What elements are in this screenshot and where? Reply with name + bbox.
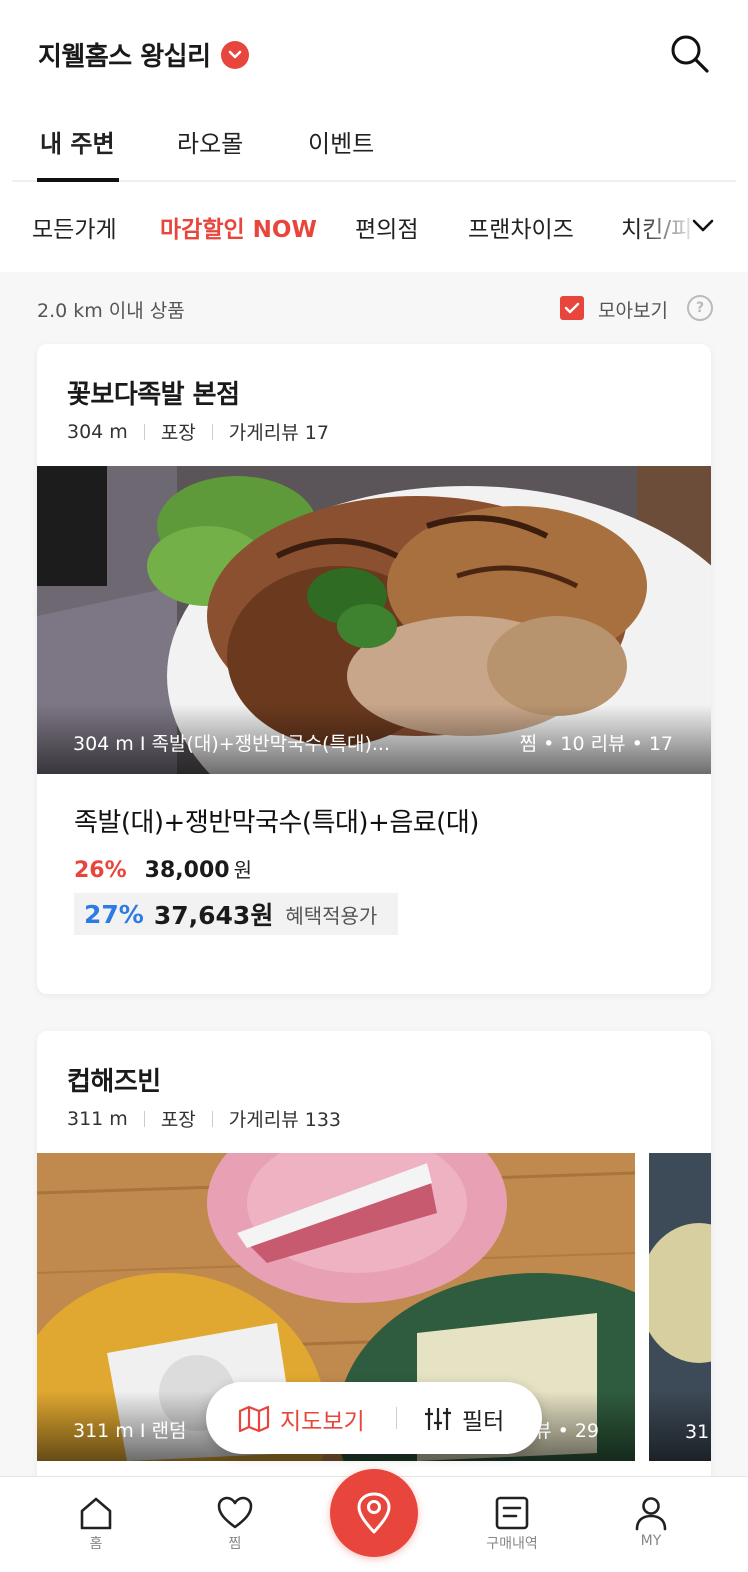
location-title: 지웰홈스 왕십리	[38, 42, 211, 72]
store-review: 가게리뷰 133	[228, 1109, 342, 1131]
divider	[211, 1110, 213, 1127]
gather-label[interactable]: 모아보기	[598, 296, 668, 323]
filter-button[interactable]: 필터	[424, 1402, 504, 1436]
location-pin-icon	[357, 1492, 391, 1534]
discount-rate: 26%	[74, 858, 127, 883]
gather-checkbox[interactable]	[560, 296, 584, 320]
next-product-photo[interactable]: 31	[649, 1153, 711, 1461]
bottom-navigation: 홈 찜 구매내역 MY	[0, 1469, 748, 1572]
store-card[interactable]: 꽃보다족발 본점 304 m 포장 가게리뷰 17 304 m I 족발(대)+…	[37, 344, 711, 994]
benefit-discount-rate: 27%	[84, 899, 144, 929]
store-type: 포장	[160, 422, 196, 444]
nav-orders-label: 구매내역	[486, 1536, 538, 1552]
chevron-down-icon	[220, 40, 249, 69]
tab-nearby[interactable]: 내 주변	[40, 124, 115, 159]
store-review: 가게리뷰 17	[228, 422, 329, 444]
tab-laomall[interactable]: 라오몰	[177, 124, 243, 159]
store-name: 컵해즈빈	[67, 1067, 161, 1097]
store-meta: 311 m 포장 가게리뷰 133	[67, 1105, 341, 1132]
search-icon[interactable]	[670, 34, 710, 74]
nav-favorite-label: 찜	[228, 1536, 242, 1552]
nav-orders[interactable]: 구매내역	[467, 1495, 557, 1553]
category-convenience[interactable]: 편의점	[355, 210, 418, 244]
help-icon[interactable]: ?	[687, 295, 713, 321]
category-bar: 모든가게 마감할인 NOW 편의점 프랜차이즈 치킨/피	[0, 182, 748, 272]
currency-unit: 원	[233, 858, 252, 882]
map-view-label: 지도보기	[280, 1409, 365, 1435]
divider	[396, 1407, 397, 1429]
nav-location-button[interactable]	[330, 1469, 418, 1557]
benefit-price: 37,643원	[153, 901, 274, 930]
top-header: 지웰홈스 왕십리 내 주변 라오몰 이벤트	[0, 0, 748, 182]
chevron-down-icon[interactable]	[690, 212, 716, 238]
nav-my[interactable]: MY	[606, 1495, 696, 1549]
photo-caption-right: 찜 • 10 리뷰 • 17	[519, 733, 673, 755]
map-icon	[238, 1405, 270, 1433]
home-icon	[80, 1497, 112, 1530]
receipt-icon	[495, 1496, 529, 1530]
photo-caption-left: 311 m I 랜덤	[73, 1420, 187, 1442]
nav-my-label: MY	[640, 1533, 662, 1549]
product-name: 족발(대)+쟁반막국수(특대)+음료(대)	[74, 808, 479, 838]
photo-caption-left: 304 m I 족발(대)+쟁반막국수(특대)...	[73, 733, 390, 755]
location-selector[interactable]: 지웰홈스 왕십리	[38, 36, 249, 73]
main-tabs: 내 주변 라오몰 이벤트	[12, 118, 736, 182]
divider	[211, 423, 213, 440]
filter-row: 2.0 km 이내 상품 모아보기 ?	[0, 272, 748, 342]
heart-icon	[217, 1496, 253, 1529]
next-photo-caption: 31	[685, 1421, 710, 1443]
nav-favorite[interactable]: 찜	[190, 1495, 280, 1553]
photo-caption-right: 뷰 • 29	[534, 1420, 599, 1442]
product-photo[interactable]: 304 m I 족발(대)+쟁반막국수(특대)... 찜 • 10 리뷰 • 1…	[37, 466, 711, 774]
tab-event[interactable]: 이벤트	[308, 124, 374, 159]
divider	[143, 423, 145, 440]
range-label: 2.0 km 이내 상품	[37, 300, 185, 322]
store-meta: 304 m 포장 가게리뷰 17	[67, 418, 329, 445]
store-distance: 304 m	[67, 420, 128, 443]
store-type: 포장	[160, 1109, 196, 1131]
price-row: 26% 38,000 원	[74, 854, 252, 883]
map-view-button[interactable]: 지도보기	[238, 1402, 365, 1436]
category-franchise[interactable]: 프랜차이즈	[468, 210, 574, 244]
nav-home-label: 홈	[89, 1536, 103, 1552]
floating-action-bar: 지도보기 필터	[206, 1382, 542, 1454]
filter-label: 필터	[462, 1409, 505, 1435]
category-all[interactable]: 모든가게	[32, 210, 117, 244]
benefit-price-box: 27% 37,643원 혜택적용가	[74, 893, 398, 935]
divider	[143, 1110, 145, 1127]
benefit-label: 혜택적용가	[285, 903, 378, 928]
store-distance: 311 m	[67, 1107, 128, 1130]
category-closing-sale[interactable]: 마감할인 NOW	[160, 210, 317, 244]
filter-icon	[425, 1408, 451, 1430]
sale-price: 38,000	[144, 858, 230, 883]
store-name: 꽃보다족발 본점	[67, 380, 240, 410]
nav-home[interactable]: 홈	[51, 1495, 141, 1553]
profile-icon	[635, 1497, 667, 1531]
